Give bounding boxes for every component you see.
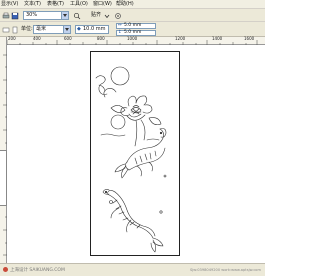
duplicate-x-field[interactable]: ↔ 5.0 mm xyxy=(116,23,156,29)
landscape-icon[interactable] xyxy=(1,25,10,34)
duplicate-x-value: 5.0 mm xyxy=(124,23,142,28)
menu-table[interactable]: 表格(T) xyxy=(47,1,64,8)
menu-bar: 显示(V) 文本(T) 表格(T) 工具(O) 窗口(W) 帮助(H) xyxy=(0,0,265,9)
ruler-label: 200 xyxy=(8,36,16,41)
vertical-arrow-icon: ↕ xyxy=(118,30,122,35)
horizontal-arrow-icon: ↔ xyxy=(118,23,122,28)
drawing-canvas[interactable] xyxy=(7,45,265,263)
chevron-down-icon[interactable] xyxy=(63,26,70,33)
standard-toolbar: 30% 贴齐 xyxy=(0,9,265,22)
menu-window[interactable]: 窗口(W) xyxy=(93,1,112,8)
horizontal-ruler[interactable]: 200 400 600 800 1000 1200 1400 1600 xyxy=(7,37,265,45)
chevron-down-icon[interactable] xyxy=(61,12,68,19)
property-bar: 单位: 毫米 ◆ 10.0 mm ↔ 5.0 mm ↕ 5.0 mm xyxy=(0,22,265,37)
watermark-left: 上海设计 SAIKUANG.COM xyxy=(3,266,73,275)
units-value: 毫米 xyxy=(36,26,47,32)
ruler-label: 1400 xyxy=(212,36,223,41)
ruler-label: 400 xyxy=(33,36,41,41)
ruler-label: 1000 xyxy=(127,36,138,41)
nudge-value: 10.0 mm xyxy=(83,26,106,32)
docker-tab[interactable] xyxy=(0,150,7,206)
units-combo[interactable]: 毫米 xyxy=(33,25,71,34)
menu-text[interactable]: 文本(T) xyxy=(24,1,41,8)
duplicate-y-value: 5.0 mm xyxy=(124,30,142,35)
ruler-label: 600 xyxy=(64,36,72,41)
options-icon[interactable] xyxy=(113,11,122,20)
menu-help[interactable]: 帮助(H) xyxy=(116,1,134,8)
zoom-combo[interactable]: 30% xyxy=(23,11,69,20)
menu-tools[interactable]: 工具(O) xyxy=(70,1,88,8)
nudge-field[interactable]: ◆ 10.0 mm xyxy=(75,25,109,34)
ruler-label: 1200 xyxy=(175,36,186,41)
page-frame[interactable] xyxy=(90,51,180,256)
carp-lotus-artwork[interactable] xyxy=(91,52,179,255)
menu-view[interactable]: 显示(V) xyxy=(1,1,18,8)
nudge-icon: ◆ xyxy=(77,26,81,32)
units-label: 单位: xyxy=(21,26,33,32)
logo-icon xyxy=(3,267,8,272)
chevron-down-icon[interactable] xyxy=(103,11,110,20)
snap-label[interactable]: 贴齐 xyxy=(91,12,101,19)
zoom-icon[interactable] xyxy=(72,11,81,20)
ruler-label: 1600 xyxy=(244,36,255,41)
watermark-left-text: 上海设计 SAIKUANG.COM xyxy=(10,268,65,273)
zoom-value: 30% xyxy=(26,12,38,18)
print-icon[interactable] xyxy=(1,11,10,20)
status-bar: 上海设计 SAIKUANG.COM Sjw:0398049200 work:ww… xyxy=(0,263,265,276)
watermark-right-text: Sjw:0398049200 work:www.aptsjw.com xyxy=(190,268,261,272)
save-icon[interactable] xyxy=(10,11,19,20)
ruler-label: 800 xyxy=(97,36,105,41)
portrait-icon[interactable] xyxy=(10,25,19,34)
